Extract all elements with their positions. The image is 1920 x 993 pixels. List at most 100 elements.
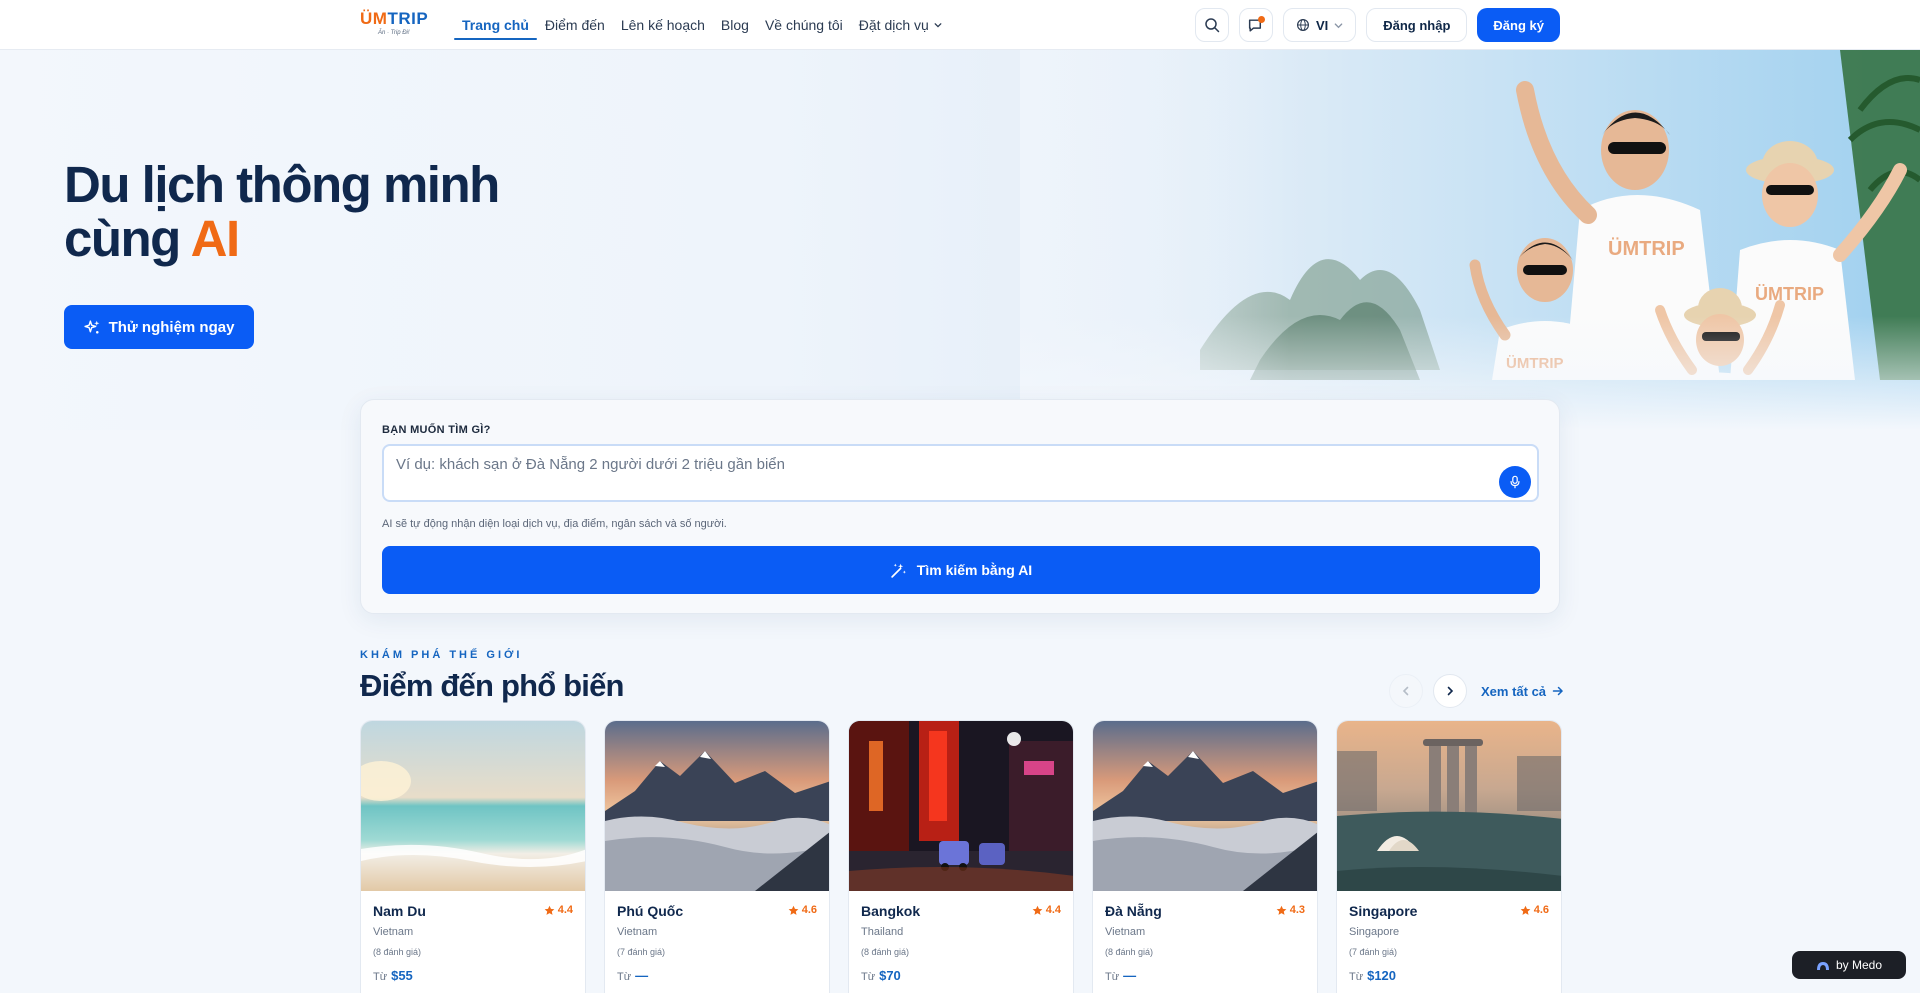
- destination-rating: 4.6: [788, 904, 817, 916]
- price-amount: —: [635, 968, 649, 983]
- price-prefix: Từ: [617, 971, 632, 983]
- nav-link-blog[interactable]: Blog: [713, 0, 757, 50]
- medo-badge-label: by Medo: [1835, 958, 1883, 972]
- hero-family-beach-illustration: ÜMTRIP ÜMTRIP ÜMTRIP: [1020, 50, 1920, 430]
- carousel-next-button[interactable]: [1433, 674, 1467, 708]
- destination-reviews: (8 đánh giá): [373, 947, 422, 957]
- nav-link-about[interactable]: Về chúng tôi: [757, 0, 851, 50]
- notification-dot: [1257, 16, 1265, 23]
- ai-search-button-label: Tìm kiếm bằng AI: [916, 562, 1033, 578]
- destination-price: Từ —: [617, 968, 817, 983]
- logo-tagline: Ăn · Trip Đi!: [378, 30, 410, 36]
- nav-link-planner[interactable]: Lên kế hoạch: [613, 0, 713, 50]
- ai-search-input[interactable]: [396, 456, 1476, 473]
- destination-image-city-night: [849, 721, 1073, 891]
- search-icon: [1205, 18, 1220, 33]
- medo-badge[interactable]: by Medo: [1792, 951, 1906, 979]
- search-box: [382, 444, 1539, 502]
- signup-button[interactable]: Đăng ký: [1477, 8, 1560, 42]
- destination-rating-value: 4.4: [1045, 904, 1061, 916]
- brand-logo[interactable]: ÜMTRIP Ăn · Trip Đi!: [360, 9, 432, 41]
- destination-image-beach: [361, 721, 585, 891]
- login-button[interactable]: Đăng nhập: [1366, 8, 1468, 42]
- logo-text-trip: TRIP: [387, 9, 429, 28]
- main-nav: Trang chủ Điểm đến Lên kế hoạch Blog Về …: [454, 0, 950, 50]
- chevron-down-icon: [1334, 22, 1343, 28]
- price-prefix: Từ: [1105, 971, 1120, 983]
- search-button[interactable]: [1194, 8, 1229, 42]
- star-icon: [544, 905, 555, 915]
- sparkles-icon: [83, 319, 99, 334]
- nav-link-services-dropdown[interactable]: Đặt dịch vụ: [851, 0, 950, 50]
- destination-price: Từ $120: [1349, 968, 1549, 983]
- hero-title-line2-prefix: cùng: [64, 210, 191, 267]
- destination-image-skyline: [1337, 721, 1561, 891]
- logo-text-um: ÜM: [360, 9, 388, 28]
- destination-rating-value: 4.6: [801, 904, 817, 916]
- destination-price: Từ $55: [373, 968, 573, 983]
- destination-cards: Nam Du 4.4 Vietnam (8 đánh giá) Từ $55 Ph…: [360, 720, 1562, 993]
- destination-rating: 4.6: [1520, 904, 1549, 916]
- view-all-link[interactable]: Xem tất cả: [1481, 684, 1564, 699]
- medo-logo-icon: [1816, 962, 1829, 970]
- ai-search-button[interactable]: Tìm kiếm bằng AI: [382, 546, 1540, 594]
- nav-link-destinations[interactable]: Điểm đến: [537, 0, 613, 50]
- chevron-right-icon: [1447, 686, 1454, 696]
- destination-country: Vietnam: [1105, 926, 1146, 938]
- star-icon: [1520, 905, 1531, 915]
- star-icon: [1276, 905, 1287, 915]
- destination-price: Từ —: [1105, 968, 1305, 983]
- price-amount: $120: [1367, 968, 1397, 983]
- price-prefix: Từ: [861, 971, 876, 983]
- destination-image-mountain: [605, 721, 829, 891]
- language-code: VI: [1315, 17, 1329, 33]
- destination-rating: 4.3: [1276, 904, 1305, 916]
- destination-card[interactable]: Đà Nẵng 4.3 Vietnam (8 đánh giá) Từ —: [1092, 720, 1318, 993]
- arrow-right-icon: [1552, 686, 1564, 696]
- destination-reviews: (8 đánh giá): [861, 947, 910, 957]
- carousel-prev-button[interactable]: [1389, 674, 1423, 708]
- destination-card[interactable]: Bangkok 4.4 Thailand (8 đánh giá) Từ $70: [848, 720, 1074, 993]
- destination-country: Thailand: [861, 926, 904, 938]
- destination-country: Singapore: [1349, 926, 1400, 938]
- destination-country: Vietnam: [617, 926, 658, 938]
- price-prefix: Từ: [373, 971, 388, 983]
- price-amount: —: [1123, 968, 1137, 983]
- price-amount: $70: [879, 968, 901, 983]
- destination-card[interactable]: Nam Du 4.4 Vietnam (8 đánh giá) Từ $55: [360, 720, 586, 993]
- magic-wand-icon: [891, 563, 906, 578]
- destination-rating-value: 4.6: [1533, 904, 1549, 916]
- destination-price: Từ $70: [861, 968, 1061, 983]
- destination-reviews: (7 đánh giá): [1349, 947, 1398, 957]
- destinations-title: Điểm đến phổ biến: [360, 668, 625, 703]
- destination-reviews: (8 đánh giá): [1105, 947, 1154, 957]
- destination-rating: 4.4: [1032, 904, 1061, 916]
- price-prefix: Từ: [1349, 971, 1364, 983]
- language-selector[interactable]: VI: [1282, 8, 1357, 42]
- destination-rating-value: 4.4: [557, 904, 573, 916]
- nav-actions: VI Đăng nhập Đăng ký: [1194, 8, 1560, 42]
- destination-rating-value: 4.3: [1289, 904, 1305, 916]
- destination-card[interactable]: Phú Quốc 4.6 Vietnam (7 đánh giá) Từ —: [604, 720, 830, 993]
- hero-section: ÜMTRIP ÜMTRIP ÜMTRIP Du lịch thông minh …: [0, 50, 1920, 430]
- destination-image-mountain: [1093, 721, 1317, 891]
- price-amount: $55: [391, 968, 413, 983]
- destination-card[interactable]: Singapore 4.6 Singapore (7 đánh giá) Từ $…: [1336, 720, 1562, 993]
- voice-input-button[interactable]: [1499, 466, 1531, 498]
- destination-rating: 4.4: [544, 904, 573, 916]
- try-now-button[interactable]: Thử nghiệm ngay: [64, 305, 254, 349]
- hero-title-highlight: AI: [190, 210, 241, 267]
- destination-reviews: (7 đánh giá): [617, 947, 666, 957]
- chevron-left-icon: [1402, 686, 1409, 696]
- messages-button[interactable]: [1238, 8, 1273, 42]
- destinations-eyebrow: KHÁM PHÁ THẾ GIỚI: [360, 649, 523, 661]
- nav-link-services-label: Đặt dịch vụ: [858, 17, 929, 33]
- ai-search-card: BẠN MUỐN TÌM GÌ? AI sẽ tự động nhận diện…: [360, 399, 1560, 614]
- search-hint: AI sẽ tự động nhận diện loại dịch vụ, đị…: [382, 518, 727, 530]
- view-all-label: Xem tất cả: [1481, 683, 1547, 699]
- star-icon: [1032, 905, 1043, 915]
- try-now-label: Thử nghiệm ngay: [108, 318, 235, 336]
- star-icon: [788, 905, 799, 915]
- chevron-down-icon: [934, 23, 942, 28]
- nav-link-home[interactable]: Trang chủ: [454, 0, 537, 50]
